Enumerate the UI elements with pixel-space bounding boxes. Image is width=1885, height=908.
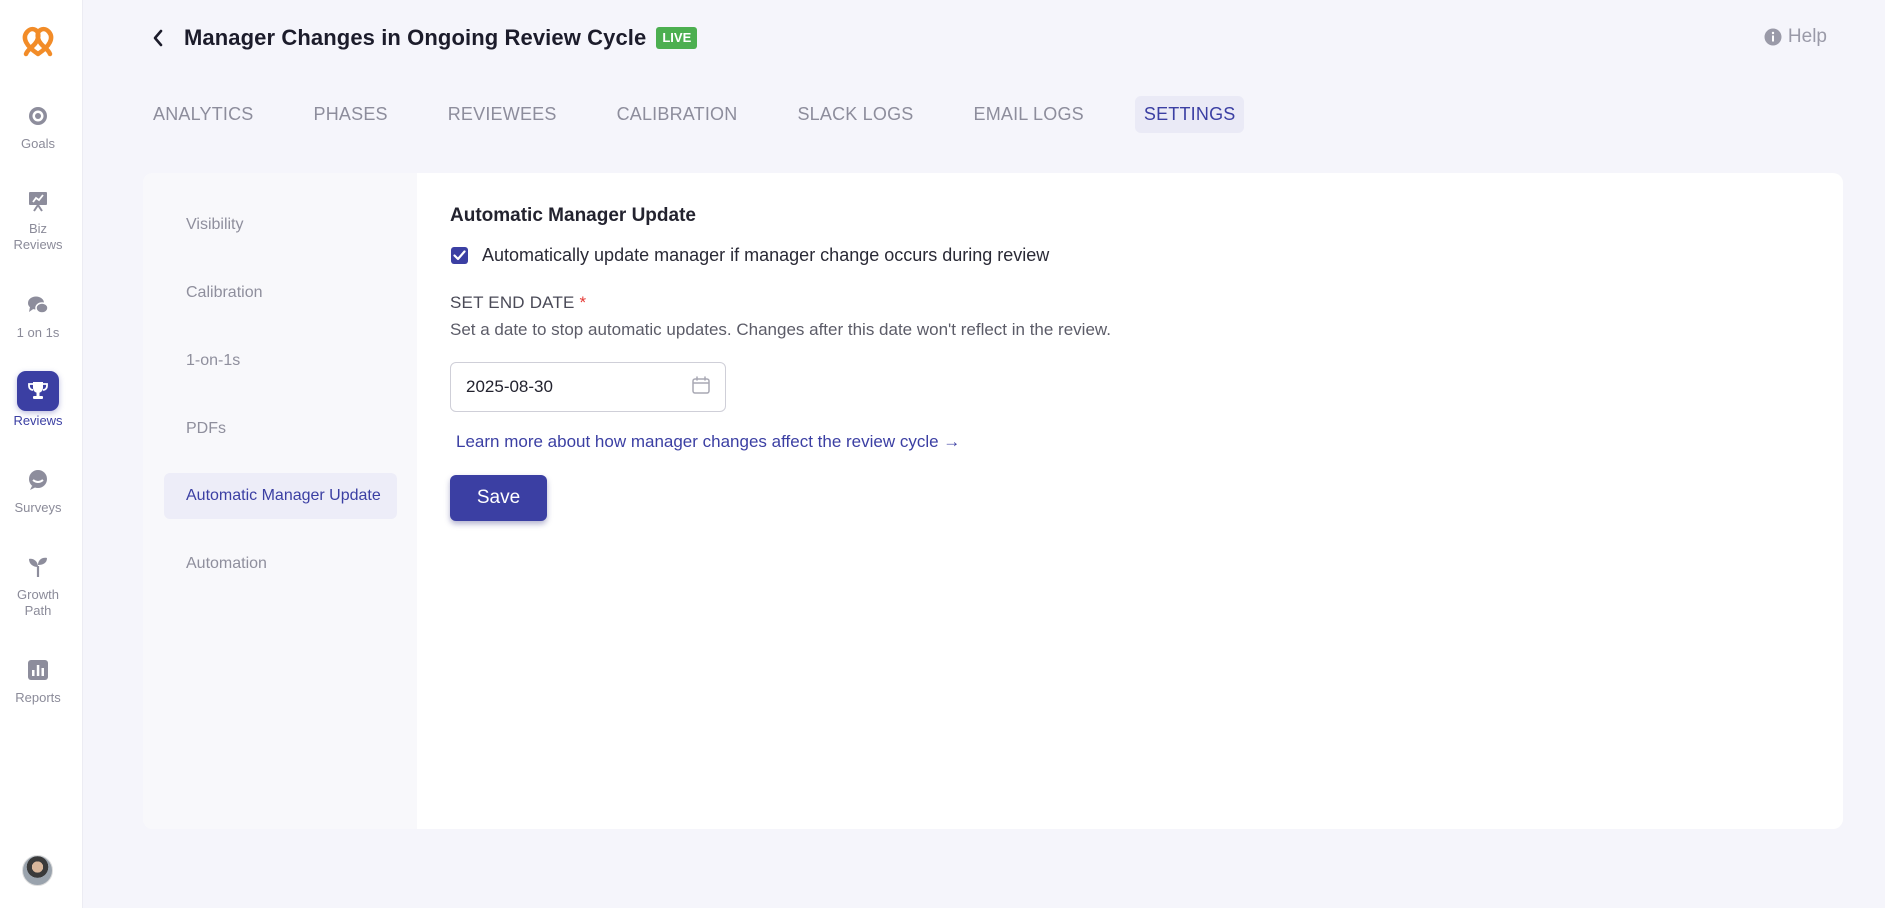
- nav-label: Reviews: [13, 413, 63, 428]
- end-date-help-text: Set a date to stop automatic updates. Ch…: [450, 320, 1111, 339]
- checkmark-icon: [453, 250, 466, 261]
- settings-item-1-on-1s[interactable]: 1-on-1s: [164, 338, 397, 384]
- target-icon: [20, 98, 56, 134]
- auto-update-checkbox-row[interactable]: Automatically update manager if manager …: [451, 245, 1049, 266]
- survey-bubble-icon: [20, 462, 56, 498]
- settings-content: Automatic Manager Update Automatically u…: [447, 173, 1843, 829]
- settings-item-calibration[interactable]: Calibration: [164, 270, 397, 316]
- chat-bubbles-icon: [20, 287, 56, 323]
- nav-label: Growth Path: [17, 587, 59, 618]
- settings-panel: Visibility Calibration 1-on-1s PDFs Auto…: [143, 173, 1843, 829]
- tab-analytics[interactable]: ANALYTICS: [144, 96, 263, 133]
- nav-item-1-on-1s[interactable]: 1 on 1s: [0, 287, 76, 341]
- presentation-chart-icon: [20, 183, 56, 219]
- chevron-left-icon: [153, 29, 163, 47]
- end-date-value: 2025-08-30: [466, 377, 553, 396]
- left-nav: Goals Biz Reviews 1 on 1s Reviews Survey: [0, 0, 83, 908]
- tab-phases[interactable]: PHASES: [305, 96, 397, 133]
- bar-chart-icon: [20, 652, 56, 688]
- nav-label: Goals: [21, 136, 55, 151]
- nav-label: Reports: [15, 690, 61, 705]
- settings-side-menu: Visibility Calibration 1-on-1s PDFs Auto…: [143, 173, 417, 829]
- nav-item-biz-reviews[interactable]: Biz Reviews: [0, 183, 76, 253]
- nav-item-growth-path[interactable]: Growth Path: [0, 549, 76, 619]
- end-date-field[interactable]: 2025-08-30: [450, 362, 726, 412]
- nav-item-reports[interactable]: Reports: [0, 652, 76, 706]
- nav-item-reviews[interactable]: Reviews: [0, 371, 76, 429]
- nav-label: Biz Reviews: [13, 221, 63, 252]
- save-button[interactable]: Save: [450, 475, 547, 521]
- help-label: Help: [1787, 26, 1827, 47]
- settings-item-automatic-manager-update[interactable]: Automatic Manager Update: [164, 473, 397, 519]
- tab-reviewees[interactable]: REVIEWEES: [439, 96, 566, 133]
- tab-calibration[interactable]: CALIBRATION: [608, 96, 747, 133]
- page-title: Manager Changes in Ongoing Review Cycle: [184, 25, 647, 50]
- calendar-icon[interactable]: [691, 375, 711, 400]
- user-avatar[interactable]: [22, 855, 53, 886]
- tab-settings[interactable]: SETTINGS: [1134, 96, 1245, 133]
- tab-bar: ANALYTICS PHASES REVIEWEES CALIBRATION S…: [144, 96, 1245, 133]
- trophy-icon: [17, 371, 59, 411]
- end-date-label-text: SET END DATE: [450, 293, 575, 312]
- section-title: Automatic Manager Update: [450, 205, 696, 226]
- tab-email-logs[interactable]: EMAIL LOGS: [965, 96, 1093, 133]
- nav-item-surveys[interactable]: Surveys: [0, 462, 76, 516]
- page-header: Manager Changes in Ongoing Review Cycle …: [148, 22, 698, 54]
- auto-update-checkbox[interactable]: [451, 247, 468, 264]
- tab-slack-logs[interactable]: SLACK LOGS: [788, 96, 922, 133]
- learn-more-link[interactable]: Learn more about how manager changes aff…: [456, 432, 960, 452]
- settings-item-automation[interactable]: Automation: [164, 541, 397, 587]
- nav-label: Surveys: [14, 500, 62, 515]
- help-button[interactable]: Help: [1764, 26, 1827, 48]
- nav-item-goals[interactable]: Goals: [0, 98, 76, 152]
- sprout-icon: [20, 549, 56, 585]
- required-asterisk: *: [579, 293, 587, 312]
- pretzel-logo-icon[interactable]: [18, 24, 58, 60]
- status-badge: LIVE: [656, 27, 698, 49]
- app-root: Goals Biz Reviews 1 on 1s Reviews Survey: [0, 0, 1885, 908]
- checkbox-label: Automatically update manager if manager …: [482, 245, 1050, 265]
- info-icon: [1764, 28, 1782, 46]
- end-date-label: SET END DATE *: [450, 293, 586, 313]
- settings-item-pdfs[interactable]: PDFs: [164, 406, 397, 452]
- settings-item-visibility[interactable]: Visibility: [164, 202, 397, 248]
- nav-label: 1 on 1s: [16, 325, 60, 340]
- back-button[interactable]: [148, 28, 168, 48]
